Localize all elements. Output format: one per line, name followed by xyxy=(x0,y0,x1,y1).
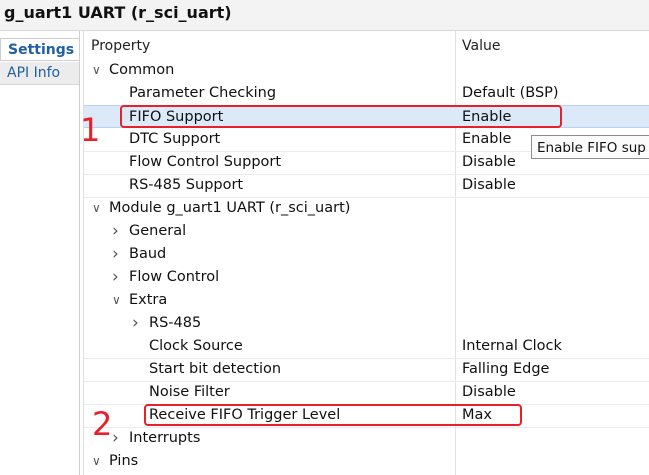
tree-row[interactable]: FIFO Support Enable xyxy=(84,105,649,128)
tree-row-label: Clock Source xyxy=(149,338,243,354)
tab-api-info[interactable]: API Info xyxy=(0,62,79,85)
annotation-number-1: 1 xyxy=(80,111,101,149)
tree-row-label: Receive FIFO Trigger Level xyxy=(149,407,341,423)
tree-row[interactable]: ∨ Common xyxy=(84,59,649,82)
property-tree: Property Value ∨ Common Parameter Checking… xyxy=(83,31,649,475)
column-header-value[interactable]: Value xyxy=(462,38,500,54)
tree-row-label: Flow Control xyxy=(129,269,220,285)
tree-row-label: RS-485 xyxy=(149,315,202,331)
tree-row-value[interactable]: Disable xyxy=(462,381,516,404)
tree-row-value[interactable]: Disable xyxy=(462,151,516,174)
tree-row[interactable]: ∨ Extra xyxy=(84,289,649,312)
tree-row[interactable]: › Baud xyxy=(84,243,649,266)
tree-row[interactable]: RS-485 Support Disable xyxy=(84,174,649,198)
tree-row-label: DTC Support xyxy=(129,131,221,147)
tree-row-label: Flow Control Support xyxy=(129,154,282,170)
tree-row-value[interactable]: Disable xyxy=(462,174,516,197)
tree-row-label: Parameter Checking xyxy=(129,85,277,101)
chevron-down-icon[interactable]: ∨ xyxy=(92,450,101,473)
tree-row[interactable]: Parameter Checking Default (BSP) xyxy=(84,82,649,106)
tree-row-value[interactable]: Max xyxy=(462,404,492,427)
tree-row-label: Interrupts xyxy=(129,430,201,446)
tree-row-value[interactable]: Falling Edge xyxy=(462,358,549,381)
tree-row[interactable]: Noise Filter Disable xyxy=(84,381,649,405)
tree-row-value[interactable]: Enable xyxy=(462,128,511,151)
column-header-property[interactable]: Property xyxy=(91,38,150,54)
tab-settings[interactable]: Settings xyxy=(0,38,79,61)
side-tab-strip: Settings API Info xyxy=(0,31,80,475)
chevron-down-icon[interactable]: ∨ xyxy=(92,59,101,82)
tree-row-value[interactable]: Enable xyxy=(462,106,511,129)
tree-row[interactable]: › General xyxy=(84,220,649,243)
tree-row-label: Module g_uart1 UART (r_sci_uart) xyxy=(109,200,351,216)
chevron-right-icon[interactable]: › xyxy=(112,220,119,243)
tree-row-label: Common xyxy=(109,62,175,78)
tree-row[interactable]: ∨ Module g_uart1 UART (r_sci_uart) xyxy=(84,197,649,220)
chevron-right-icon[interactable]: › xyxy=(112,427,119,450)
tree-row-label: General xyxy=(129,223,187,239)
tree-row-label: FIFO Support xyxy=(129,109,224,125)
tree-row[interactable]: Receive FIFO Trigger Level Max xyxy=(84,404,649,428)
chevron-down-icon[interactable]: ∨ xyxy=(92,197,101,220)
tree-row-label: Extra xyxy=(129,292,168,308)
tree-row[interactable]: ∨ Pins xyxy=(84,450,649,473)
tooltip: Enable FIFO sup xyxy=(531,135,649,159)
window-title: g_uart1 UART (r_sci_uart) xyxy=(4,3,232,22)
tree-row-label: Baud xyxy=(129,246,167,262)
tree-row-value[interactable]: Default (BSP) xyxy=(462,82,559,105)
annotation-number-2: 2 xyxy=(92,405,113,443)
chevron-right-icon[interactable]: › xyxy=(112,243,119,266)
tree-row-label: Noise Filter xyxy=(149,384,230,400)
tree-row[interactable]: › Interrupts xyxy=(84,427,649,450)
window-titlebar: g_uart1 UART (r_sci_uart) xyxy=(0,0,649,31)
tree-row[interactable]: › RS-485 xyxy=(84,312,649,335)
tree-row-label: Start bit detection xyxy=(149,361,282,377)
tree-row-label: Pins xyxy=(109,453,139,469)
chevron-right-icon[interactable]: › xyxy=(132,312,139,335)
chevron-right-icon[interactable]: › xyxy=(112,266,119,289)
tree-row-value[interactable]: Internal Clock xyxy=(462,335,562,358)
tree-row[interactable]: Clock Source Internal Clock xyxy=(84,335,649,359)
tree-row-label: RS-485 Support xyxy=(129,177,244,193)
tree-row[interactable]: Start bit detection Falling Edge xyxy=(84,358,649,382)
tree-row[interactable]: › Flow Control xyxy=(84,266,649,289)
chevron-down-icon[interactable]: ∨ xyxy=(112,289,121,312)
